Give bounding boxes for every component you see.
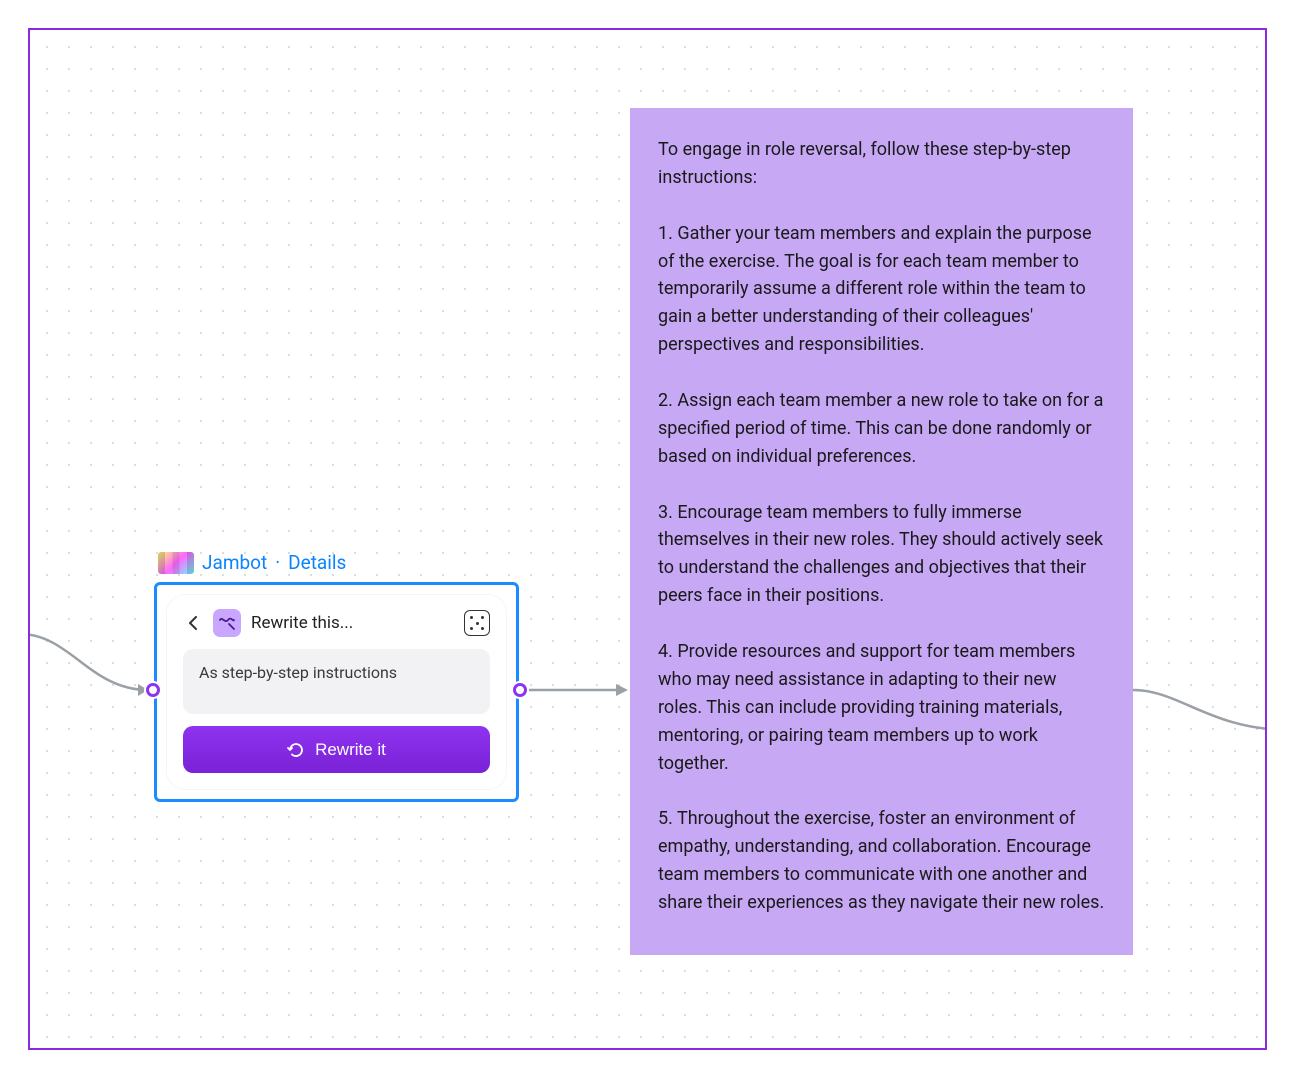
input-port[interactable] <box>146 683 160 697</box>
rewrite-button[interactable]: Rewrite it <box>183 726 490 773</box>
widget-header: Jambot · Details <box>158 551 346 574</box>
output-step-1: 1. Gather your team members and explain … <box>658 220 1105 359</box>
output-step-5: 5. Throughout the exercise, foster an en… <box>658 805 1105 917</box>
widget-top-row: Rewrite this... <box>183 609 490 637</box>
widget-details-link[interactable]: Details <box>288 551 346 574</box>
separator-dot: · <box>275 551 280 574</box>
reload-icon <box>287 741 305 759</box>
widget-title: Rewrite this... <box>251 613 454 633</box>
output-step-3: 3. Encourage team members to fully immer… <box>658 499 1105 611</box>
output-intro: To engage in role reversal, follow these… <box>658 136 1105 192</box>
output-sticky-note[interactable]: To engage in role reversal, follow these… <box>630 108 1133 955</box>
canvas-frame[interactable]: Jambot · Details Rewrite this... Re <box>28 28 1267 1050</box>
dice-randomize-icon[interactable] <box>464 610 490 636</box>
rewrite-button-label: Rewrite it <box>315 740 386 760</box>
jambot-widget-card[interactable]: Rewrite this... Rewrite it <box>154 582 519 802</box>
back-chevron-icon[interactable] <box>183 613 203 633</box>
output-step-2: 2. Assign each team member a new role to… <box>658 387 1105 471</box>
output-port[interactable] <box>513 683 527 697</box>
widget-app-name[interactable]: Jambot <box>202 551 267 574</box>
jambot-logo-icon <box>158 552 194 574</box>
widget-inner: Rewrite this... Rewrite it <box>167 595 506 789</box>
prompt-input[interactable] <box>183 649 490 714</box>
output-step-4: 4. Provide resources and support for tea… <box>658 638 1105 777</box>
rewrite-squiggle-icon <box>213 609 241 637</box>
